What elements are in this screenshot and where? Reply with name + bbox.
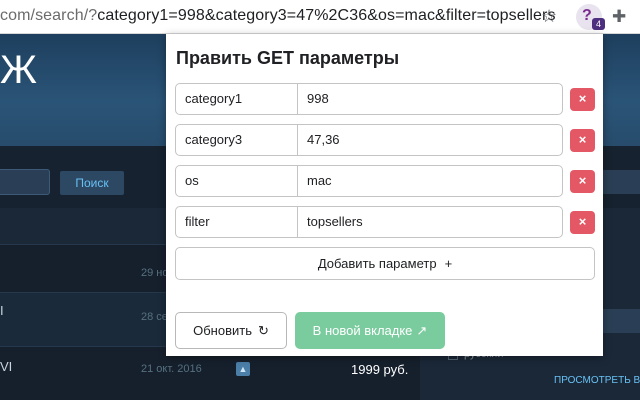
- param-key-input[interactable]: os: [176, 166, 298, 196]
- game-title: VI: [0, 359, 13, 374]
- param-row: filter topsellers: [175, 206, 563, 238]
- refresh-button[interactable]: Обновить ↻: [175, 312, 287, 349]
- open-new-tab-label: В новой вкладке: [312, 323, 413, 338]
- release-date: 28 се: [141, 311, 168, 323]
- external-link-icon: ↗: [416, 323, 428, 338]
- price: 1999 руб.: [351, 362, 409, 377]
- param-key-input[interactable]: category1: [176, 84, 298, 114]
- extension-popup: Править GET параметры category1 998 × ca…: [166, 34, 603, 356]
- open-new-tab-button[interactable]: В новой вкладке ↗: [295, 312, 445, 349]
- add-param-button[interactable]: Добавить параметр +: [175, 247, 595, 280]
- extension-icon: ?: [582, 7, 592, 24]
- param-row: os mac: [175, 165, 563, 197]
- add-param-label: Добавить параметр: [317, 256, 437, 271]
- popup-title: Править GET параметры: [176, 48, 400, 68]
- star-icon[interactable]: ☆: [541, 6, 557, 26]
- extension-badge: 4: [592, 18, 605, 30]
- search-input[interactable]: [0, 169, 50, 195]
- filter-header[interactable]: [602, 309, 640, 333]
- address-bar[interactable]: com/search/?category1=998&category3=47%2…: [0, 7, 556, 25]
- plus-icon: +: [444, 256, 453, 271]
- see-more-link[interactable]: ПРОСМОТРЕТЬ В: [554, 375, 640, 386]
- delete-param-button[interactable]: ×: [570, 211, 595, 234]
- url-prefix: com/search/?: [0, 7, 98, 24]
- delete-param-button[interactable]: ×: [570, 170, 595, 193]
- param-row: category1 998: [175, 83, 563, 115]
- filter-header[interactable]: [602, 170, 640, 194]
- delete-param-button[interactable]: ×: [570, 129, 595, 152]
- game-title: I: [0, 303, 4, 318]
- param-value-input[interactable]: 998: [298, 84, 562, 114]
- param-value-input[interactable]: mac: [298, 166, 562, 196]
- header-title: Ж: [0, 48, 37, 92]
- param-key-input[interactable]: category3: [176, 125, 298, 155]
- release-date: 21 окт. 2016: [141, 363, 202, 375]
- refresh-icon: ↻: [257, 323, 269, 338]
- extension-button[interactable]: ? 4: [576, 4, 605, 30]
- thumbs-up-icon: ▲: [236, 362, 250, 376]
- param-value-input[interactable]: 47,36: [298, 125, 562, 155]
- browser-toolbar: com/search/?category1=998&category3=47%2…: [0, 0, 640, 34]
- url-query: category1=998&category3=47%2C36&os=mac&f…: [97, 7, 556, 24]
- refresh-label: Обновить: [193, 323, 252, 338]
- search-button[interactable]: Поиск: [60, 171, 124, 195]
- puzzle-icon[interactable]: ✚: [612, 7, 626, 27]
- release-date: 29 но: [141, 267, 169, 279]
- param-row: category3 47,36: [175, 124, 563, 156]
- param-value-input[interactable]: topsellers: [298, 207, 562, 237]
- param-key-input[interactable]: filter: [176, 207, 298, 237]
- delete-param-button[interactable]: ×: [570, 88, 595, 111]
